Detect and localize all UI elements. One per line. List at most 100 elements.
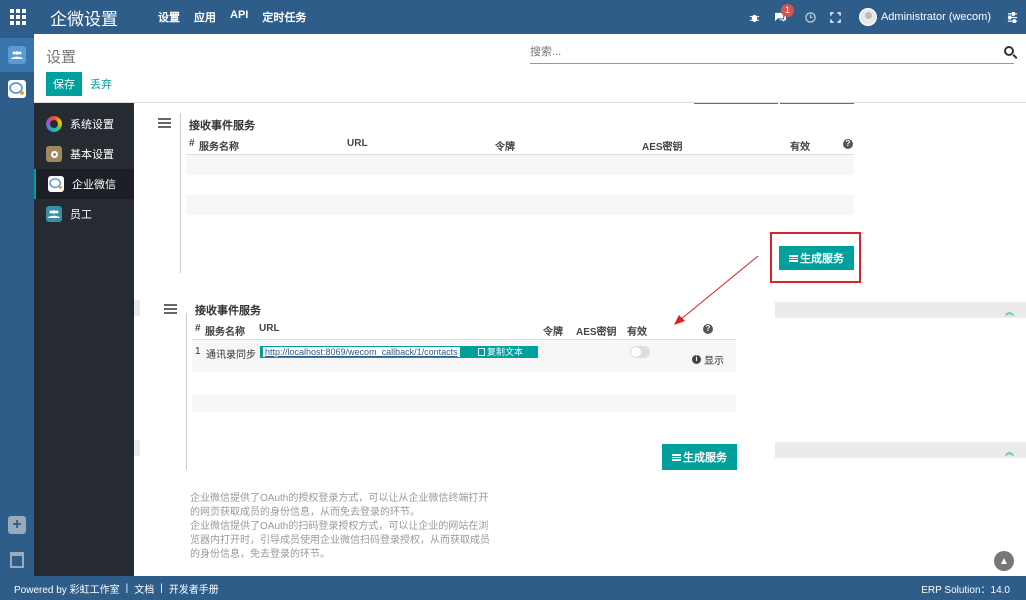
employees-icon bbox=[46, 206, 62, 222]
settings-sidebar: 系统设置 基本设置 企业微信 员工 bbox=[34, 103, 134, 576]
wecom-icon bbox=[48, 176, 64, 192]
col-aes-key[interactable]: AES密钥 bbox=[576, 323, 617, 338]
docs-link[interactable]: 文档 bbox=[134, 581, 154, 596]
row-num: 1 bbox=[195, 346, 201, 357]
col-url[interactable]: URL bbox=[259, 323, 280, 334]
dev-manual-link[interactable]: 开发者手册 bbox=[169, 581, 219, 596]
col-service-name[interactable]: 服务名称 bbox=[205, 323, 245, 338]
col-num: # bbox=[189, 138, 195, 149]
powered-by: Powered by 彩虹工作室 bbox=[14, 584, 120, 596]
section-title: 接收事件服务 bbox=[195, 305, 261, 317]
table-header: # 服务名称 URL 令牌 AES密钥 有效 ? bbox=[195, 323, 740, 338]
button-label: 生成服务 bbox=[800, 253, 844, 265]
col-token[interactable]: 令牌 bbox=[543, 323, 563, 338]
service-name: 通讯录同步 bbox=[206, 350, 256, 361]
col-token[interactable]: 令牌 bbox=[495, 138, 515, 153]
divider bbox=[780, 103, 854, 104]
generate-service-button[interactable]: 生成服务 bbox=[662, 444, 737, 470]
top-menu: 设置 应用 API 定时任务 bbox=[158, 9, 306, 25]
discard-button[interactable]: 丢弃 bbox=[90, 76, 112, 92]
search-box bbox=[530, 44, 1014, 64]
rainbow-ring-icon bbox=[46, 116, 62, 132]
sidebar-item-basic-settings[interactable]: 基本设置 bbox=[34, 139, 134, 169]
menu-item-apps[interactable]: 应用 bbox=[194, 9, 216, 25]
sidebar-item-label: 企业微信 bbox=[72, 179, 116, 191]
strip bbox=[134, 440, 140, 456]
menu-item-settings[interactable]: 设置 bbox=[158, 9, 180, 25]
top-navbar: 企微设置 设置 应用 API 定时任务 1 Administrator (wec… bbox=[0, 0, 1026, 34]
sidebar-item-employees[interactable]: 员工 bbox=[34, 199, 134, 229]
description-paragraph: 企业微信提供了OAuth的授权登录方式，可以让从企业微信终端打开的网页获取成员的… bbox=[190, 493, 489, 518]
show-label: 显示 bbox=[704, 356, 724, 367]
add-app-icon[interactable]: + bbox=[8, 516, 26, 534]
url-link[interactable]: http://localhost:8069/wecom_callback/1/c… bbox=[262, 346, 461, 358]
collapse-bar[interactable]: ︽ bbox=[775, 302, 1026, 318]
col-service-name[interactable]: 服务名称 bbox=[199, 138, 239, 153]
section-border bbox=[180, 113, 181, 273]
menu-item-scheduled-tasks[interactable]: 定时任务 bbox=[262, 9, 306, 25]
search-icon[interactable] bbox=[1004, 46, 1014, 56]
user-menu[interactable]: Administrator (wecom) bbox=[858, 8, 991, 26]
trash-icon[interactable] bbox=[10, 552, 24, 568]
footer: Powered by 彩虹工作室 | 文档 | 开发者手册 ERP Soluti… bbox=[0, 576, 1026, 600]
table-row bbox=[186, 155, 854, 175]
chevron-up-icon: ︽ bbox=[1004, 447, 1014, 457]
table-row bbox=[192, 394, 736, 412]
fullscreen-icon[interactable] bbox=[830, 11, 841, 23]
settings-sliders-icon[interactable] bbox=[1007, 11, 1018, 23]
col-active[interactable]: 有效 bbox=[627, 323, 647, 338]
server-icon bbox=[164, 304, 177, 314]
save-button[interactable]: 保存 bbox=[46, 72, 82, 96]
generate-service-button[interactable]: 生成服务 bbox=[779, 246, 854, 270]
page-title: 设置 bbox=[46, 49, 77, 66]
url-field[interactable]: http://localhost:8069/wecom_callback/1/c… bbox=[260, 346, 538, 358]
active-toggle[interactable] bbox=[630, 346, 650, 358]
app-icon-sidebar: + bbox=[0, 34, 34, 576]
top-right-tools: 1 Administrator (wecom) bbox=[735, 0, 1026, 34]
help-icon[interactable]: ? bbox=[843, 139, 853, 149]
table-row[interactable]: 1 通讯录同步 http://localhost:8069/wecom_call… bbox=[192, 340, 736, 372]
description-paragraph: 企业微信提供了OAuth的扫码登录授权方式，可以让企业的网站在浏览器内打开时，引… bbox=[190, 521, 490, 560]
info-icon: i bbox=[692, 355, 701, 364]
version-text: ERP Solution：14.0 bbox=[921, 584, 1010, 596]
table-row bbox=[186, 195, 854, 215]
avatar bbox=[858, 8, 877, 26]
wecom-app-icon[interactable] bbox=[0, 72, 34, 106]
gear-icon bbox=[46, 146, 62, 162]
section-title: 接收事件服务 bbox=[189, 120, 255, 132]
description-text: 企业微信提供了OAuth的授权登录方式，可以让从企业微信终端打开的网页获取成员的… bbox=[190, 492, 490, 562]
app-brand-title: 企微设置 bbox=[50, 9, 118, 30]
col-active[interactable]: 有效 bbox=[790, 138, 810, 153]
show-button[interactable]: i 显示 bbox=[692, 352, 724, 367]
control-panel: 设置 保存 丢弃 bbox=[34, 34, 1026, 103]
copy-text-button[interactable]: 复制文本 bbox=[478, 346, 523, 358]
message-count-badge: 1 bbox=[780, 3, 794, 17]
col-num: # bbox=[195, 323, 201, 334]
col-aes-key[interactable]: AES密钥 bbox=[642, 138, 683, 153]
collapse-bar[interactable]: ︽ bbox=[775, 442, 1026, 458]
col-url[interactable]: URL bbox=[347, 138, 368, 149]
button-label: 生成服务 bbox=[683, 452, 727, 464]
chevron-up-icon: ︽ bbox=[1004, 307, 1014, 317]
sidebar-item-label: 系统设置 bbox=[70, 119, 114, 131]
apps-menu-icon[interactable] bbox=[0, 0, 36, 34]
menu-item-api[interactable]: API bbox=[230, 9, 248, 25]
sidebar-item-label: 基本设置 bbox=[70, 149, 114, 161]
bug-icon[interactable] bbox=[749, 12, 760, 23]
help-icon[interactable]: ? bbox=[703, 324, 713, 334]
user-name: Administrator (wecom) bbox=[880, 11, 991, 23]
contacts-app-icon[interactable] bbox=[0, 38, 34, 72]
server-icon bbox=[158, 118, 171, 128]
list-icon bbox=[672, 453, 681, 461]
messages-icon[interactable]: 1 bbox=[774, 3, 794, 23]
sidebar-item-wecom[interactable]: 企业微信 bbox=[34, 169, 134, 199]
scroll-top-button[interactable]: ▲ bbox=[994, 551, 1014, 571]
settings-content: 接收事件服务 # 服务名称 URL 令牌 AES密钥 有效 ? 生成服务 ︽ 接… bbox=[134, 103, 1026, 576]
clock-icon[interactable] bbox=[805, 11, 816, 23]
copy-icon bbox=[478, 348, 485, 356]
sidebar-item-label: 员工 bbox=[70, 209, 92, 221]
copy-label: 复制文本 bbox=[487, 347, 524, 357]
search-input[interactable] bbox=[530, 44, 970, 58]
sidebar-item-system-settings[interactable]: 系统设置 bbox=[34, 109, 134, 139]
divider bbox=[694, 103, 778, 104]
